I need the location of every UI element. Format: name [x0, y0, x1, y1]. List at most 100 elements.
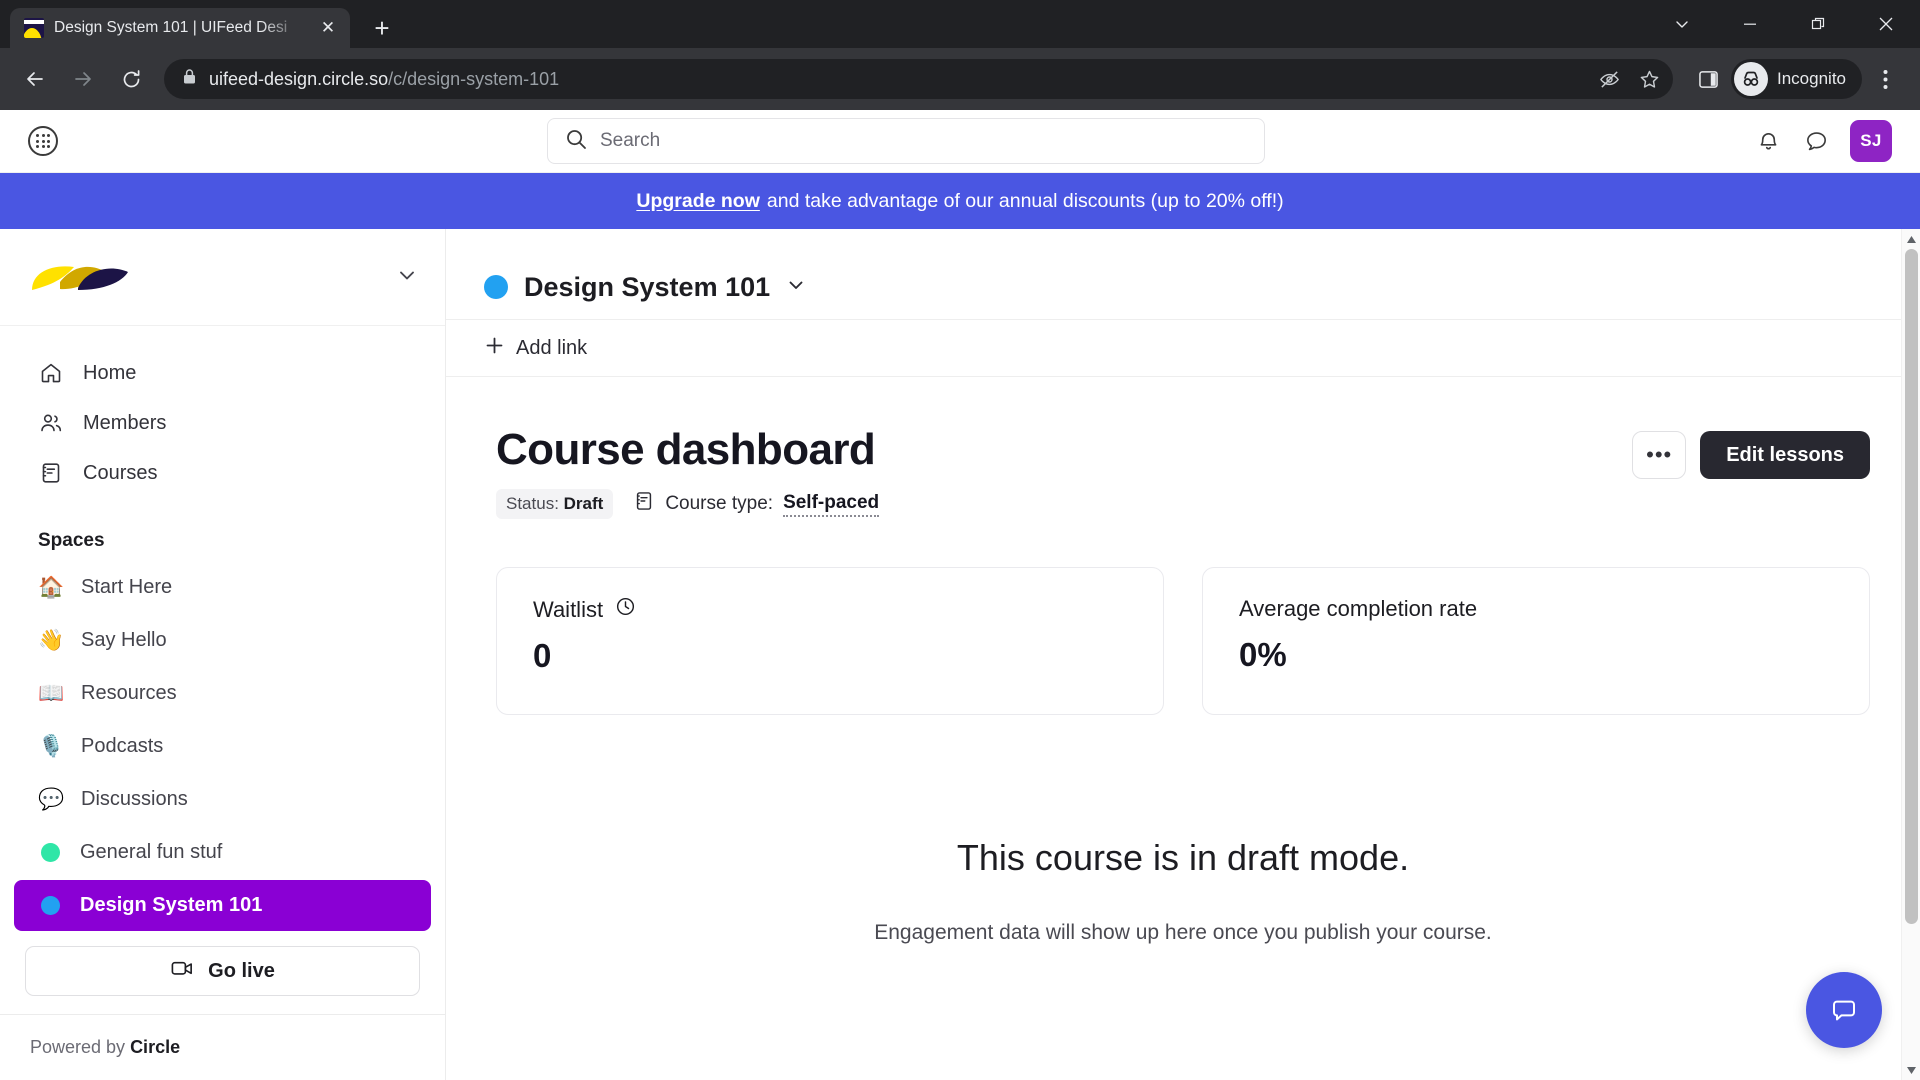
title-block: Course dashboard Status: Draft Course ty… — [496, 425, 880, 519]
sidebar-item-home[interactable]: Home — [14, 348, 431, 398]
omnibox-actions — [1591, 61, 1667, 97]
reload-icon[interactable] — [110, 58, 152, 100]
dashboard-actions: ••• Edit lessons — [1632, 425, 1870, 479]
site-favicon — [24, 18, 44, 38]
empty-state-description: Engagement data will show up here once y… — [874, 921, 1492, 944]
search-input[interactable]: Search — [547, 118, 1265, 164]
sidebar-item-design-system-101[interactable]: Design System 101 — [14, 880, 431, 931]
page-scrollbar[interactable] — [1901, 229, 1920, 1080]
url-text: uifeed-design.circle.so/c/design-system-… — [209, 69, 1579, 90]
brand-row[interactable] — [0, 229, 445, 326]
add-link-button[interactable]: Add link — [484, 335, 587, 362]
microphone-emoji-icon: 🎙️ — [38, 734, 65, 758]
waitlist-value: 0 — [533, 637, 552, 674]
minimize-icon[interactable] — [1716, 0, 1784, 48]
forward-icon[interactable] — [62, 58, 104, 100]
maximize-icon[interactable] — [1784, 0, 1852, 48]
space-label: Podcasts — [81, 735, 164, 757]
dot-grid — [36, 134, 50, 148]
lock-icon — [182, 68, 197, 90]
course-type-value[interactable]: Self-paced — [783, 492, 880, 517]
side-panel-icon[interactable] — [1687, 58, 1729, 100]
space-label: Say Hello — [81, 629, 167, 651]
speech-balloon-emoji-icon: 💬 — [38, 787, 65, 811]
space-chevron-down-icon[interactable] — [786, 275, 806, 300]
user-avatar[interactable]: SJ — [1850, 120, 1892, 162]
go-live-button[interactable]: Go live — [25, 946, 420, 996]
space-header: Design System 101 — [446, 255, 1920, 319]
star-icon[interactable] — [1631, 61, 1667, 97]
app-header: Search SJ — [0, 110, 1920, 173]
card-label-row: Waitlist — [533, 596, 1127, 623]
sidebar-item-say-hello[interactable]: 👋 Say Hello — [14, 615, 431, 666]
blue-dot-icon — [41, 896, 60, 915]
sidebar-item-members[interactable]: Members — [14, 398, 431, 448]
powered-prefix: Powered by — [30, 1037, 131, 1057]
video-camera-icon — [170, 956, 195, 987]
clock-icon[interactable] — [615, 596, 636, 623]
scrollbar-thumb[interactable] — [1905, 249, 1918, 924]
support-chat-button[interactable] — [1806, 972, 1882, 1048]
search-area: Search — [58, 118, 1754, 164]
plus-icon — [484, 335, 505, 362]
course-type-label: Course type: — [665, 493, 774, 514]
space-label: Resources — [81, 682, 177, 704]
sidebar-item-general-fun-stuf[interactable]: General fun stuf — [14, 827, 431, 878]
close-tab-icon[interactable]: ✕ — [316, 16, 340, 40]
empty-state: This course is in draft mode. Engagement… — [496, 837, 1870, 945]
brand-chevron-down-icon[interactable] — [396, 264, 418, 291]
main-content: Design System 101 Add link Course dashbo… — [446, 229, 1920, 1080]
more-options-button[interactable]: ••• — [1632, 431, 1687, 479]
members-icon — [38, 410, 64, 436]
waving-hand-emoji-icon: 👋 — [38, 628, 65, 652]
bell-icon[interactable] — [1754, 127, 1782, 155]
scroll-up-arrow-icon[interactable] — [1906, 229, 1916, 249]
home-icon — [38, 360, 64, 386]
powered-by: Powered by Circle — [0, 1014, 445, 1080]
sidebar-item-discussions[interactable]: 💬 Discussions — [14, 774, 431, 825]
course-type-icon — [633, 490, 655, 518]
upgrade-banner: Upgrade now and take advantage of our an… — [0, 173, 1920, 229]
chat-bubble-icon[interactable] — [1802, 127, 1830, 155]
add-link-label: Add link — [516, 336, 588, 359]
scrollbar-track[interactable] — [1902, 249, 1920, 1060]
edit-lessons-button[interactable]: Edit lessons — [1700, 431, 1870, 479]
sidebar-item-label: Members — [83, 411, 167, 434]
upgrade-now-link[interactable]: Upgrade now — [636, 190, 760, 213]
status-label: Status: — [506, 494, 559, 513]
sidebar-item-podcasts[interactable]: 🎙️ Podcasts — [14, 721, 431, 772]
space-label: Start Here — [81, 576, 173, 598]
course-type[interactable]: Course type: Self-paced — [633, 490, 880, 518]
green-dot-icon — [41, 843, 60, 862]
house-emoji-icon: 🏠 — [38, 575, 65, 599]
scroll-down-arrow-icon[interactable] — [1906, 1060, 1916, 1080]
sidebar-item-label: Courses — [83, 461, 158, 484]
stat-cards: Waitlist 0 Average completion rate 0% — [496, 567, 1870, 715]
tab-search-icon[interactable] — [1648, 0, 1716, 48]
sidebar-nav: Home Members Courses Spaces 🏠 Start Here… — [0, 326, 445, 931]
browser-tab[interactable]: Design System 101 | UIFeed Desi ✕ — [10, 8, 350, 48]
eye-slash-icon[interactable] — [1591, 61, 1627, 97]
browser-toolbar: uifeed-design.circle.so/c/design-system-… — [0, 48, 1920, 110]
page-body: Home Members Courses Spaces 🏠 Start Here… — [0, 229, 1920, 1080]
meta-row: Status: Draft Course type: Self-paced — [496, 489, 880, 519]
address-bar[interactable]: uifeed-design.circle.so/c/design-system-… — [164, 59, 1673, 99]
apps-grid-icon[interactable] — [28, 126, 58, 156]
sidebar-item-start-here[interactable]: 🏠 Start Here — [14, 562, 431, 613]
waitlist-label: Waitlist — [533, 596, 604, 622]
profile-chip[interactable]: Incognito — [1731, 59, 1862, 99]
sidebar-item-label: Home — [83, 361, 137, 384]
three-dot-menu-icon[interactable] — [1864, 58, 1906, 100]
link-bar: Add link — [446, 319, 1920, 377]
card-label-row: Average completion rate — [1239, 596, 1833, 622]
new-tab-button[interactable]: + — [364, 10, 400, 46]
title-row: Course dashboard Status: Draft Course ty… — [496, 425, 1870, 519]
tab-title: Design System 101 | UIFeed Desi — [54, 19, 288, 36]
sidebar-item-resources[interactable]: 📖 Resources — [14, 668, 431, 719]
url-domain: uifeed-design.circle.so — [209, 68, 389, 89]
close-window-icon[interactable] — [1852, 0, 1920, 48]
spaces-section-title: Spaces — [38, 530, 105, 551]
sidebar-item-courses[interactable]: Courses — [14, 448, 431, 498]
back-icon[interactable] — [14, 58, 56, 100]
url-path: /c/design-system-101 — [388, 68, 560, 89]
